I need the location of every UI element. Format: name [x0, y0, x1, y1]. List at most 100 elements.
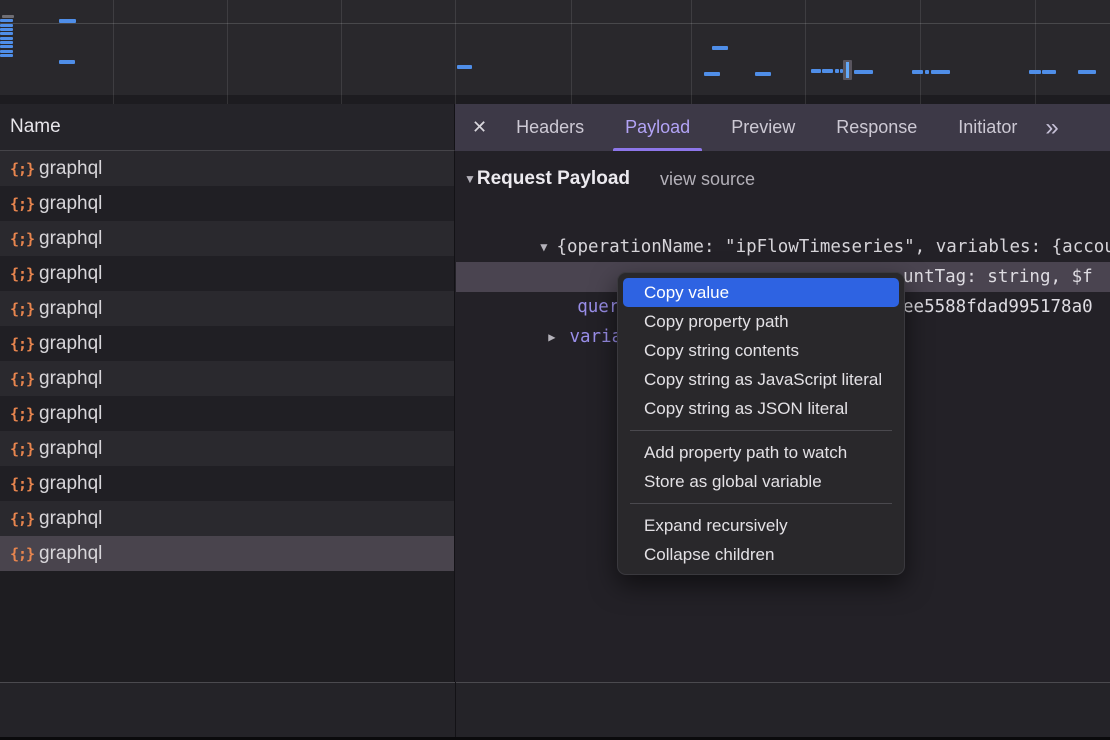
timeline-bar: [0, 32, 13, 35]
expand-triangle-icon[interactable]: ▶: [548, 330, 555, 344]
collapse-triangle-icon[interactable]: ▼: [464, 164, 476, 194]
view-source-link[interactable]: view source: [660, 164, 755, 194]
menu-item-collapse-children[interactable]: Collapse children: [623, 540, 899, 569]
tab-headers[interactable]: Headers: [504, 104, 596, 151]
payload-row-operation-name[interactable]: operationName: "ipFlowTimeseries": [456, 232, 1110, 262]
timeline-bar: [59, 60, 75, 64]
request-row[interactable]: {;}graphql: [0, 396, 454, 431]
overview-bottom-band: [0, 95, 1110, 104]
timeline-bar: [0, 45, 13, 48]
menu-item-copy-value[interactable]: Copy value: [623, 278, 899, 307]
property-value-continued: ee5588fdad995178a0: [903, 292, 1093, 322]
timeline-bar: [2, 15, 14, 18]
json-icon: {;}: [10, 265, 38, 283]
json-icon: {;}: [10, 370, 38, 388]
json-icon: {;}: [10, 160, 38, 178]
timeline-bar: [712, 46, 728, 50]
request-row[interactable]: {;}graphql: [0, 466, 454, 501]
request-row[interactable]: {;}graphql: [0, 501, 454, 536]
menu-separator: [630, 503, 892, 504]
timeline-gridline: [227, 0, 228, 104]
json-icon: {;}: [10, 405, 38, 423]
timeline-bar: [0, 24, 13, 27]
property-value-continued: untTag: string, $f: [903, 262, 1093, 292]
detail-tabbar: ✕ Headers Payload Preview Response Initiator…: [455, 104, 1110, 151]
timeline-marker-bar: [846, 62, 849, 78]
request-name: graphql: [39, 508, 102, 530]
timeline-bar: [755, 72, 771, 76]
menu-item-expand-recursively[interactable]: Expand recursively: [623, 511, 899, 540]
timeline-bar: [59, 19, 76, 23]
json-icon: {;}: [10, 440, 38, 458]
timeline-bar: [0, 41, 13, 44]
devtools-network-panel: Name ✕ Headers Payload Preview Response Init…: [0, 0, 1110, 740]
menu-item-add-property-path-to-watch[interactable]: Add property path to watch: [623, 438, 899, 467]
tab-preview[interactable]: Preview: [719, 104, 807, 151]
request-name: graphql: [39, 543, 102, 565]
context-menu: Copy valueCopy property pathCopy string …: [617, 272, 905, 575]
request-name: graphql: [39, 228, 102, 250]
timeline-bar: [0, 28, 13, 31]
timeline-bar: [925, 70, 929, 74]
request-name: graphql: [39, 193, 102, 215]
timeline-gridline: [341, 0, 342, 104]
name-header-label: Name: [10, 116, 61, 138]
timeline-bar: [822, 69, 833, 73]
json-icon: {;}: [10, 510, 38, 528]
menu-separator: [630, 430, 892, 431]
request-name: graphql: [39, 263, 102, 285]
close-detail-button[interactable]: ✕: [472, 117, 487, 138]
menu-item-copy-string-contents[interactable]: Copy string contents: [623, 336, 899, 365]
request-row[interactable]: {;}graphql: [0, 186, 454, 221]
request-row[interactable]: {;}graphql: [0, 536, 454, 571]
tab-payload[interactable]: Payload: [613, 104, 702, 151]
name-column-header[interactable]: Name: [0, 104, 455, 151]
network-overview[interactable]: [0, 0, 1110, 104]
summary-footer: [0, 682, 1110, 737]
timeline-gridline: [571, 0, 572, 104]
request-row[interactable]: {;}graphql: [0, 361, 454, 396]
timeline-gridline: [1035, 0, 1036, 104]
timeline-hover-marker: [843, 60, 852, 80]
json-icon: {;}: [10, 475, 38, 493]
timeline-bar: [0, 50, 13, 53]
panel-divider: [455, 682, 456, 737]
request-name: graphql: [39, 473, 102, 495]
json-icon: {;}: [10, 230, 38, 248]
menu-item-copy-string-as-json-literal[interactable]: Copy string as JSON literal: [623, 394, 899, 423]
timeline-bar: [0, 37, 13, 40]
request-list: {;}graphql{;}graphql{;}graphql{;}graphql…: [0, 151, 455, 682]
payload-preview-row[interactable]: ▼{operationName: "ipFlowTimeseries", var…: [456, 202, 1110, 232]
request-row[interactable]: {;}graphql: [0, 151, 454, 186]
tab-response[interactable]: Response: [824, 104, 929, 151]
json-icon: {;}: [10, 300, 38, 318]
tab-initiator[interactable]: Initiator: [946, 104, 1029, 151]
overview-lane-divider: [0, 23, 1110, 24]
timeline-bar: [931, 70, 950, 74]
timeline-gridline: [691, 0, 692, 104]
timeline-gridline: [805, 0, 806, 104]
menu-item-copy-string-as-javascript-literal[interactable]: Copy string as JavaScript literal: [623, 365, 899, 394]
request-row[interactable]: {;}graphql: [0, 221, 454, 256]
timeline-bar: [835, 69, 839, 73]
timeline-bar: [854, 70, 873, 74]
timeline-bar: [704, 72, 720, 76]
timeline-bar: [0, 19, 13, 22]
request-name: graphql: [39, 298, 102, 320]
more-tabs-icon[interactable]: »: [1045, 105, 1058, 150]
timeline-gridline: [920, 0, 921, 104]
json-icon: {;}: [10, 335, 38, 353]
timeline-gridline: [455, 0, 456, 104]
section-title: Request Payload: [477, 164, 630, 194]
timeline-bar: [912, 70, 923, 74]
request-name: graphql: [39, 438, 102, 460]
menu-item-store-as-global-variable[interactable]: Store as global variable: [623, 467, 899, 496]
timeline-bar: [1042, 70, 1056, 74]
timeline-bar: [811, 69, 821, 73]
request-payload-section: ▼Request Payload view source: [456, 164, 1110, 194]
menu-item-copy-property-path[interactable]: Copy property path: [623, 307, 899, 336]
request-row[interactable]: {;}graphql: [0, 431, 454, 466]
request-row[interactable]: {;}graphql: [0, 326, 454, 361]
request-row[interactable]: {;}graphql: [0, 256, 454, 291]
request-row[interactable]: {;}graphql: [0, 291, 454, 326]
